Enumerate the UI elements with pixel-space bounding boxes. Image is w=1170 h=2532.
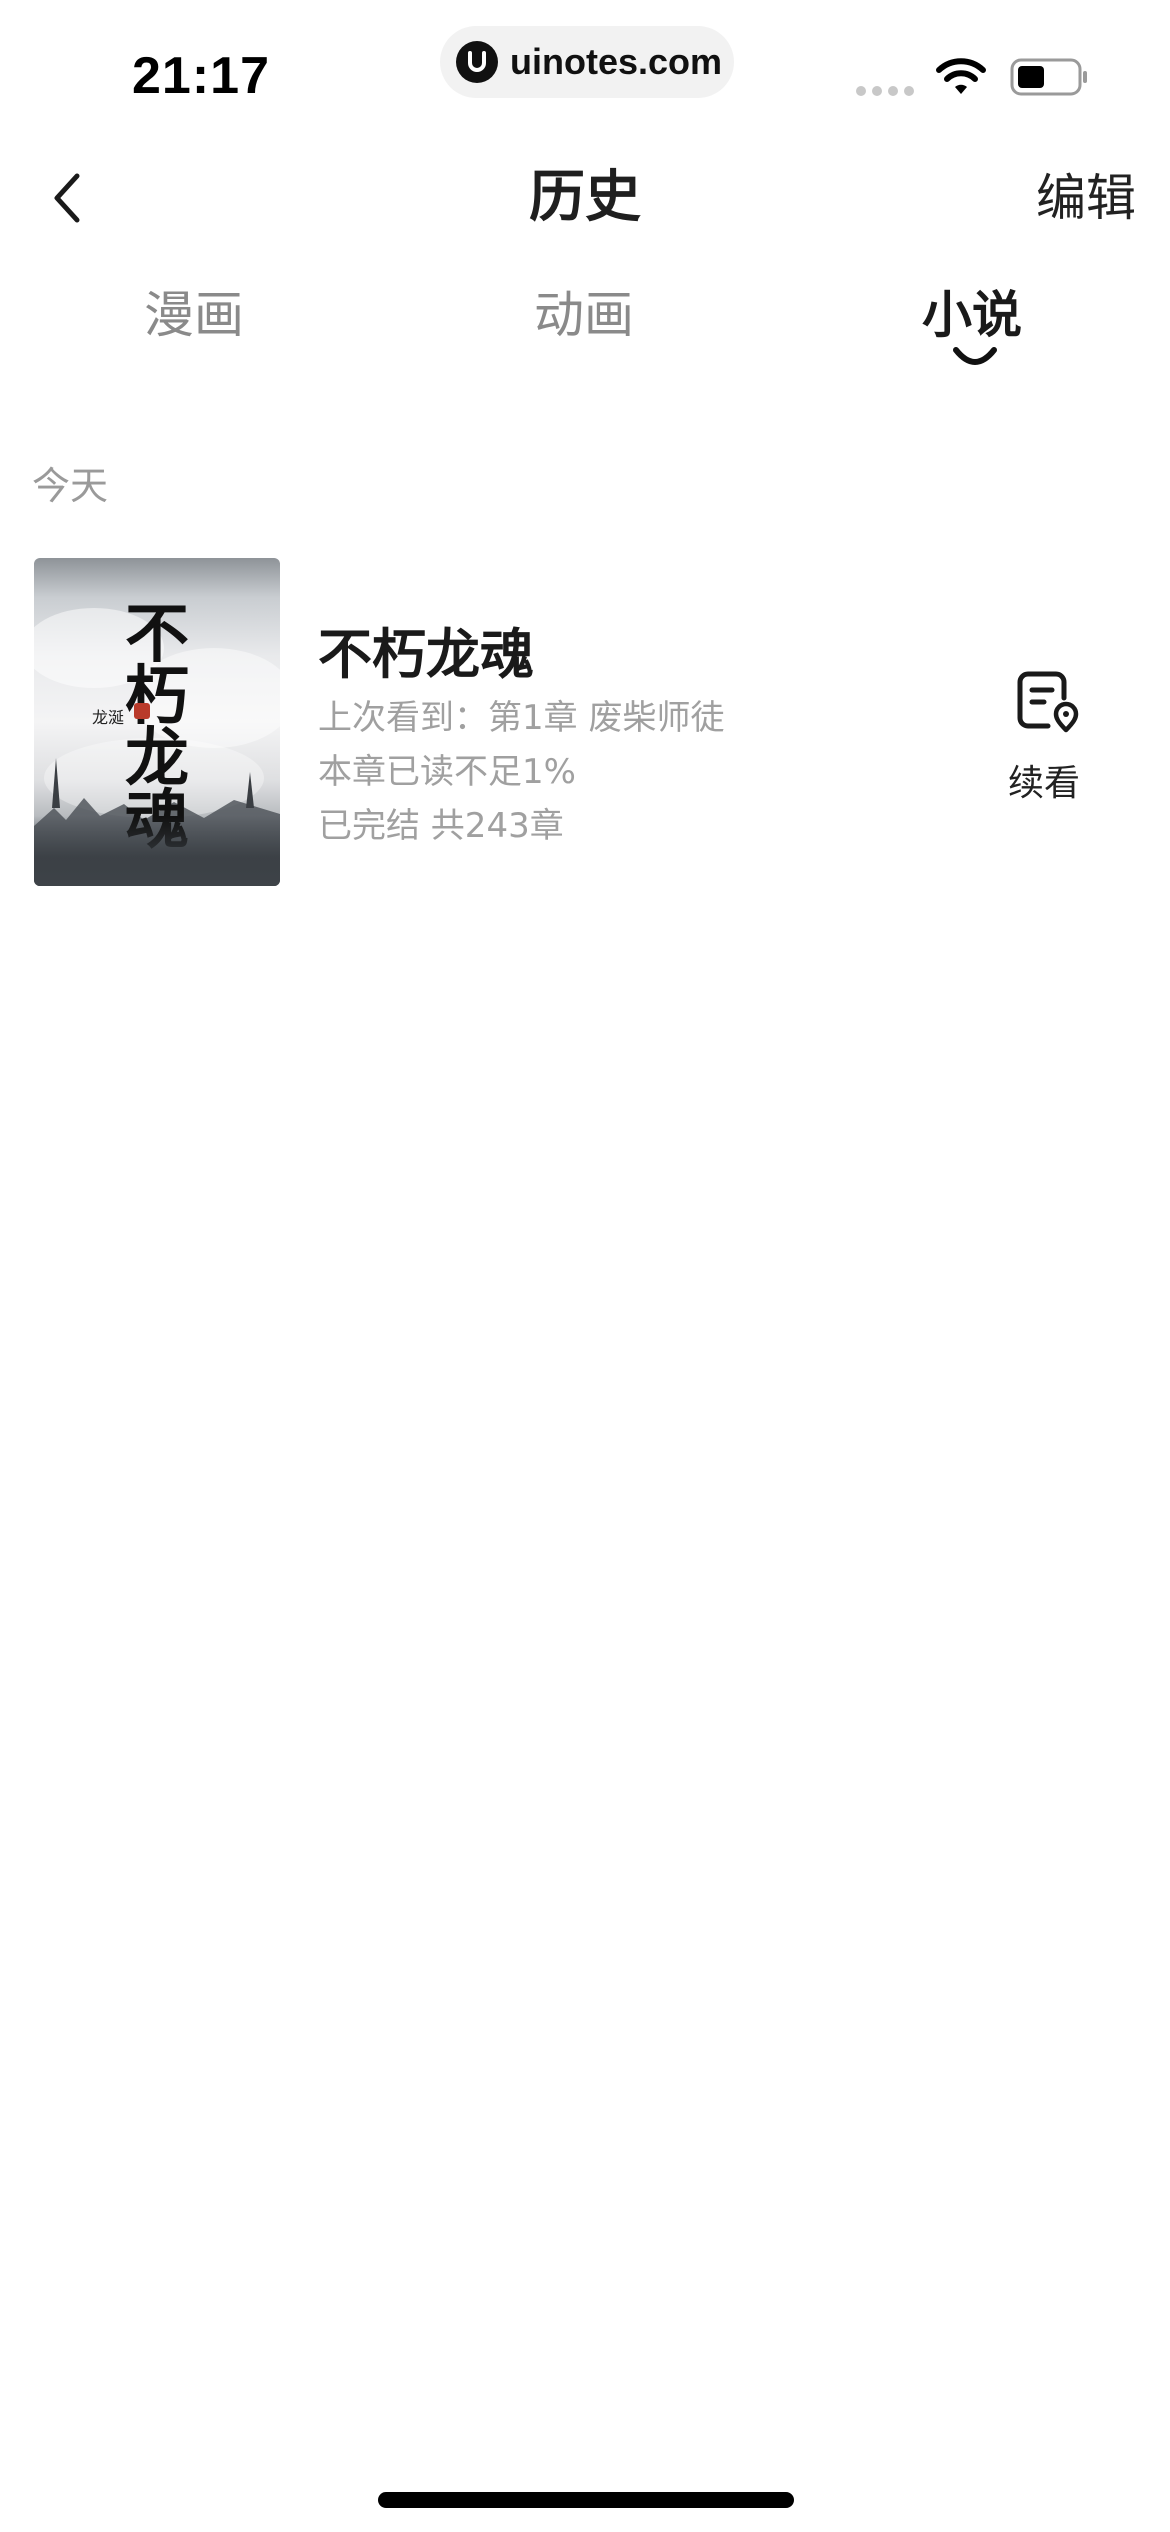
last-read-chapter: 上次看到：第1章 废柴师徒 (318, 698, 725, 738)
history-item[interactable]: 不朽龙魂 龙涎 不朽龙魂 上次看到：第1章 废柴师徒 本章已读不足1% 已完结 … (34, 558, 1144, 888)
chevron-left-icon (54, 173, 80, 223)
section-label-today: 今天 (32, 464, 109, 508)
status-bar: 21:17 uinotes.com (0, 0, 1170, 130)
url-text: uinotes.com (510, 41, 723, 82)
book-cover[interactable]: 不朽龙魂 龙涎 (34, 558, 280, 886)
tab-animation[interactable]: 动画 (464, 280, 704, 350)
cover-author: 龙涎 (92, 708, 125, 727)
page-title: 历史 (529, 165, 641, 230)
cover-title: 不朽龙魂 (125, 597, 189, 853)
back-button[interactable] (36, 160, 96, 236)
category-tabs: 漫画 动画 小说 (0, 280, 1170, 390)
cellular-signal-icon (856, 86, 914, 96)
continue-reading-button[interactable]: 续看 (984, 668, 1104, 804)
home-indicator[interactable] (378, 2492, 794, 2508)
tab-novel[interactable]: 小说 (852, 280, 1092, 350)
book-status: 已完结 共243章 (318, 806, 564, 846)
cover-shade (34, 816, 280, 886)
edit-button[interactable]: 编辑 (1036, 160, 1136, 236)
read-progress: 本章已读不足1% (318, 752, 576, 792)
wifi-icon (936, 58, 986, 94)
tab-comics[interactable]: 漫画 (74, 280, 314, 350)
url-pill[interactable]: uinotes.com (440, 26, 734, 98)
book-title[interactable]: 不朽龙魂 (318, 610, 534, 689)
status-time: 21:17 (132, 47, 270, 105)
active-tab-indicator (953, 347, 997, 365)
battery-icon (1010, 58, 1087, 96)
cover-seal-icon (134, 703, 150, 719)
site-logo-icon (456, 41, 498, 83)
continue-reading-label: 续看 (1007, 763, 1080, 804)
continue-reading-icon (1017, 671, 1079, 733)
